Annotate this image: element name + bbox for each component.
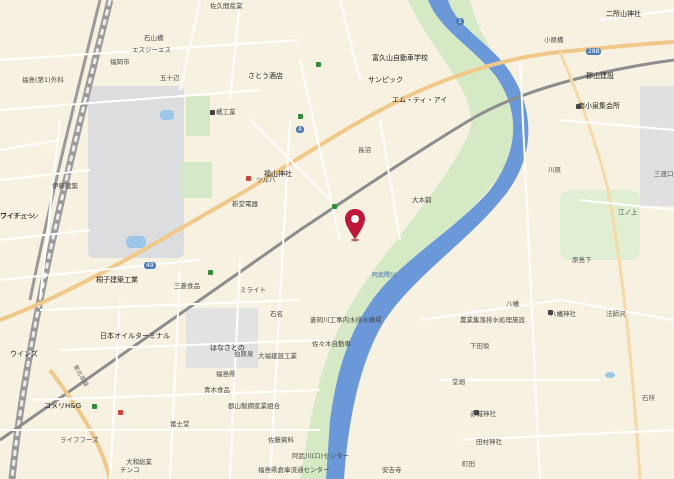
place-label: 田村神社 (476, 438, 502, 446)
park (182, 162, 212, 198)
map-canvas (0, 0, 674, 479)
place-label: ウインズ (10, 350, 38, 358)
place-label: 青木食品 (204, 386, 230, 394)
place-label: ワイチェン (0, 212, 35, 220)
place-label: 福島(第1)外科 (22, 76, 64, 84)
place-label: 菱岡川工事内水排水機場 (310, 316, 382, 324)
sports-field (160, 110, 174, 120)
pond (605, 372, 615, 378)
place-label: 小原橋 (544, 36, 564, 44)
river-label: 阿武隈川 (372, 272, 397, 279)
map-view[interactable]: 佐久間産業 石山橋 エスジーエス 福岡市 福島(第1)外科 五十辺 さとう酒店 … (0, 0, 674, 479)
poi-icon[interactable] (332, 204, 337, 209)
area-label: 八幡 (506, 300, 519, 308)
place-label: 福島県倉庫流通センター (258, 466, 330, 474)
main-road (558, 51, 642, 479)
place-label: サンピック (368, 76, 403, 84)
area-label: 町田 (462, 460, 475, 468)
place-label: 橘工業 (216, 108, 236, 116)
map-pin-icon[interactable] (344, 208, 366, 242)
place-label: 伯原泉 (234, 350, 254, 358)
poi-icon[interactable] (92, 404, 97, 409)
place-label: 八幡神社 (550, 310, 576, 318)
route-shield: 4 (296, 126, 304, 133)
poi-icon[interactable] (298, 114, 303, 119)
poi-icon[interactable] (246, 176, 251, 181)
area-label: 石所 (642, 394, 655, 402)
place-label: 南小泉集会所 (578, 102, 620, 110)
place-label: 佐藤資料 (268, 436, 294, 444)
area-label: 川原 (548, 166, 561, 174)
place-label: 福岡市 (110, 58, 130, 66)
place-label: 郡山建設 (586, 72, 614, 80)
industrial-area (186, 308, 258, 368)
poi-icon[interactable] (548, 310, 553, 315)
place-label: 石山橋 (144, 34, 164, 42)
place-label: 伊藤建築 (52, 182, 78, 190)
poi-icon[interactable] (474, 410, 479, 415)
place-label: 新堂電器 (232, 200, 258, 208)
place-label: 大福建設工業 (258, 352, 297, 360)
place-label: さとう酒店 (248, 72, 283, 80)
route-shield: 1 (456, 18, 464, 25)
place-label: 五十辺 (160, 74, 180, 82)
place-label: 石名 (270, 310, 283, 318)
place-label: エスジーエス (132, 46, 171, 54)
place-label: 郡山製鋼産業組合 (228, 402, 280, 410)
place-label: 三菱食品 (174, 282, 200, 290)
main-road (48, 368, 112, 479)
place-label: チンコ (120, 466, 140, 474)
place-label: 農業集落排水処理施設 (460, 316, 525, 324)
place-label: 日本オイルターミナル (100, 332, 170, 340)
place-label: 福島県 (216, 370, 236, 378)
place-label: 安吉寺 (382, 466, 402, 474)
area-label: 三渡口 (654, 170, 674, 178)
place-label: 長沼 (358, 146, 371, 154)
area-label: 法師沢 (606, 310, 626, 318)
place-label: ライフフーズ (60, 436, 99, 444)
sports-field (126, 236, 146, 248)
area-label: 大木前 (412, 196, 432, 204)
place-label: 富久山自動車学校 (372, 54, 428, 62)
place-label: 佐久間産業 (210, 2, 243, 10)
place-label: 二所山神社 (606, 10, 641, 18)
place-label: ツルハ (256, 176, 276, 184)
poi-icon[interactable] (576, 104, 581, 109)
poi-icon[interactable] (208, 270, 213, 275)
route-shield: 49 (144, 262, 156, 269)
poi-icon[interactable] (316, 62, 321, 67)
poi-icon[interactable] (118, 410, 123, 415)
area-label: 堂畑 (452, 378, 465, 386)
industrial-area (640, 86, 674, 206)
place-label: 富士堂 (170, 420, 190, 428)
place-label: 桐子建築工業 (96, 276, 138, 284)
place-label: 大和総業 (126, 458, 152, 466)
area-label: 原島下 (572, 256, 592, 264)
park (186, 96, 210, 136)
area-label: 下田坂 (470, 342, 490, 350)
place-label: コメリH&G (44, 402, 82, 410)
place-label: エム・ティ・アイ (392, 96, 448, 104)
place-label: 佐々木自動車 (312, 340, 351, 348)
place-label: ミライト (240, 286, 266, 294)
route-shield: 288 (586, 48, 602, 55)
place-label: 阿武川(ロ)センター (292, 452, 350, 460)
park (560, 190, 640, 260)
poi-icon[interactable] (210, 110, 215, 115)
area-label: 江ノ上 (618, 208, 638, 216)
